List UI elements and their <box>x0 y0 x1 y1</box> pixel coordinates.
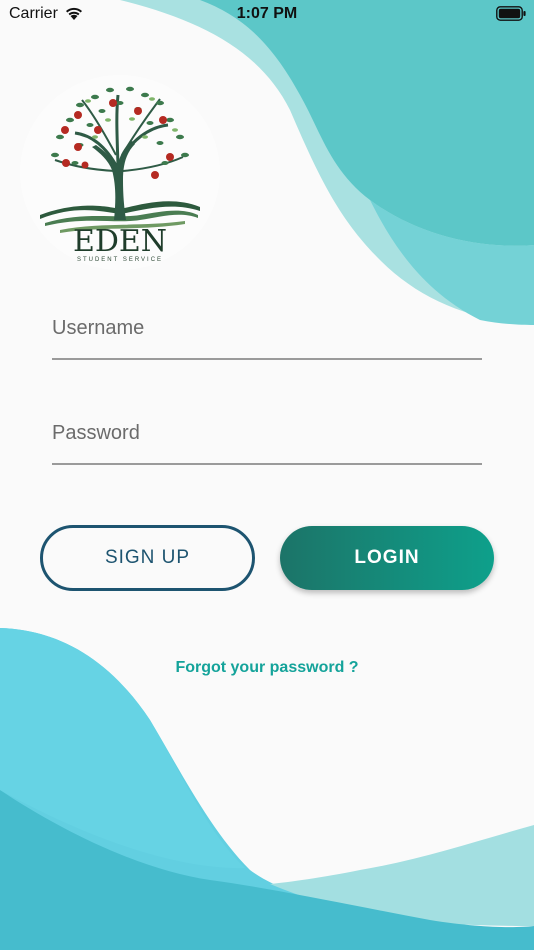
status-time: 1:07 PM <box>236 5 298 22</box>
logo-title: EDEN <box>72 224 168 259</box>
battery-icon <box>496 6 526 21</box>
username-field <box>52 308 482 360</box>
logo-tagline: STUDENT SERVICE <box>76 257 164 263</box>
apple-tree-icon <box>40 86 200 233</box>
login-screen: Carrier 1:07 PM EDEN STUDENT SERVICE Use… <box>0 0 534 950</box>
login-button[interactable]: LOGIN <box>280 526 494 590</box>
signup-button[interactable]: SIGN UP <box>40 525 255 591</box>
eden-logo: EDEN STUDENT SERVICE <box>20 75 220 270</box>
password-field <box>52 413 482 465</box>
forgot-password-link[interactable]: Forgot your password ? <box>0 659 534 677</box>
password-input[interactable] <box>52 413 482 453</box>
status-bar: Carrier 1:07 PM <box>0 0 534 28</box>
username-input[interactable] <box>52 308 482 348</box>
username-underline <box>52 358 482 360</box>
password-underline <box>52 463 482 465</box>
